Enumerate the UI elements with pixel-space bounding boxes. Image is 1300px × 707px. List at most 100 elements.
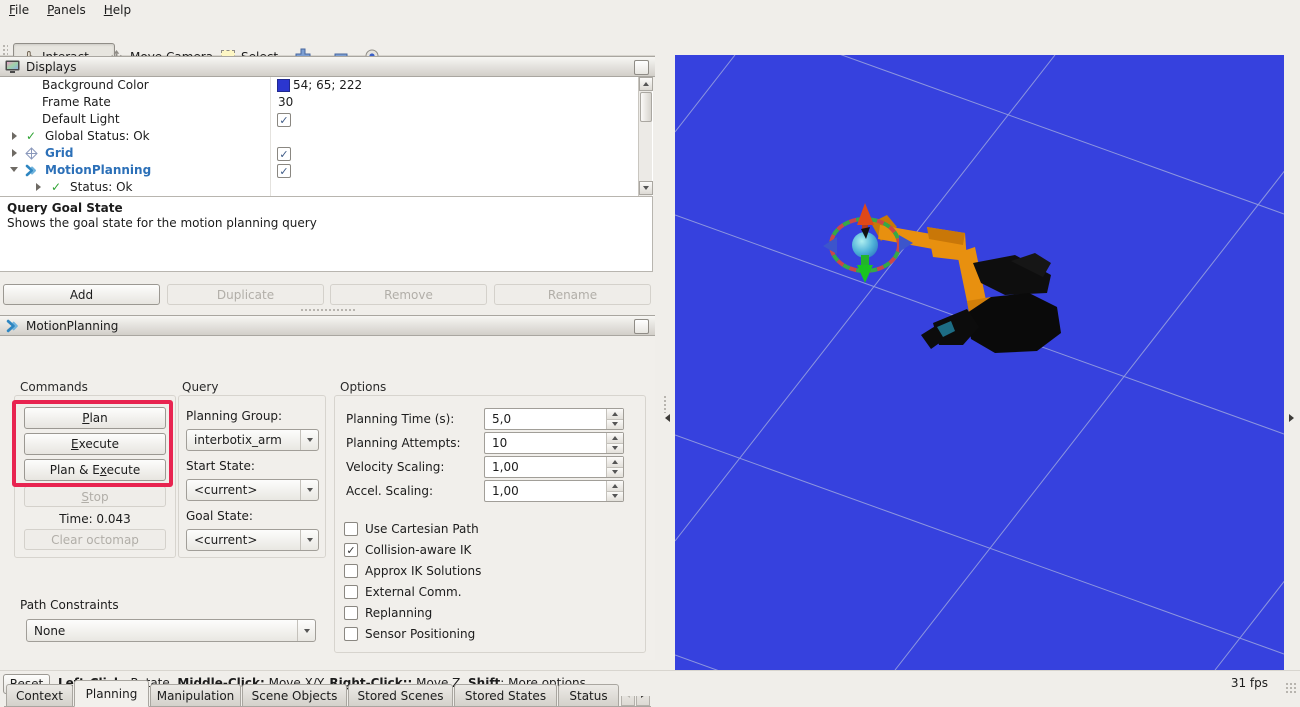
accel-scaling-spinbox[interactable]: 1,00 [484,480,624,502]
description-text: Shows the goal state for the motion plan… [7,216,317,230]
checkbox[interactable] [344,627,358,641]
motionplanning-enabled-checkbox[interactable]: ✓ [277,164,291,178]
displays-monitor-icon [5,60,20,73]
tab-planning[interactable]: Planning [74,680,149,707]
planning-attempts-spinbox[interactable]: 10 [484,432,624,454]
duplicate-display-button: Duplicate [167,284,324,305]
velocity-scaling-spinbox[interactable]: 1,00 [484,456,624,478]
expander-collapsed-icon[interactable] [12,132,17,140]
tree-row-grid[interactable]: Grid ✓ [0,145,637,162]
marker-down-arrow-handle[interactable] [857,265,873,283]
displays-panel-title: Displays [26,60,76,74]
3d-viewport[interactable] [675,55,1284,670]
checkbox[interactable]: ✓ [344,543,358,557]
start-state-combobox[interactable]: <current> [186,479,319,501]
spin-up-button[interactable] [607,481,623,492]
grid-enabled-checkbox[interactable]: ✓ [277,147,291,161]
tree-row-global-status[interactable]: ✓ Global Status: Ok [0,128,637,145]
planning-attempts-label: Planning Attempts: [346,436,461,450]
checkbox[interactable] [344,585,358,599]
displays-panel-header[interactable]: Displays [0,56,655,77]
menu-panels[interactable]: Panels [38,1,95,19]
query-group-label: Query [182,380,218,394]
add-display-button[interactable]: Add [3,284,160,305]
scroll-down-button[interactable] [639,181,653,195]
menu-bar: File Panels Help [0,0,1300,19]
planning-time-spinbox[interactable]: 5,0 [484,408,624,430]
property-row-background-color[interactable]: Background Color 54; 65; 222 [0,77,637,94]
menu-file[interactable]: File [0,1,38,19]
expand-right-arrow-icon[interactable] [1289,414,1294,422]
property-row-frame-rate[interactable]: Frame Rate 30 [0,94,637,111]
combo-dropdown-arrow [300,430,318,450]
motionplanning-float-button[interactable] [634,319,649,334]
use-cartesian-path-option[interactable]: Use Cartesian Path [344,521,479,537]
right-collapsed-panel-strip[interactable] [1284,55,1300,670]
commands-group-label: Commands [20,380,88,394]
collision-aware-ik-option[interactable]: ✓ Collision-aware IK [344,542,471,558]
start-state-label: Start State: [186,459,255,473]
approx-ik-solutions-option[interactable]: Approx IK Solutions [344,563,481,579]
displays-scrollbar[interactable] [638,77,652,196]
checkbox[interactable] [344,564,358,578]
motionplanning-display-icon [25,164,38,177]
options-group-label: Options [340,380,386,394]
fps-counter: 31 fps [1231,676,1268,690]
combo-dropdown-arrow [297,620,315,641]
checkbox[interactable] [344,522,358,536]
scrollbar-thumb[interactable] [640,92,652,122]
expander-collapsed-icon[interactable] [12,149,17,157]
path-constraints-label: Path Constraints [20,598,119,612]
status-ok-check-icon: ✓ [26,130,36,142]
color-swatch [277,79,290,92]
plan-time-value: Time: 0.043 [24,512,166,526]
collapse-left-arrow-icon[interactable] [665,414,670,422]
motionplanning-panel-icon [6,319,20,333]
rename-display-button: Rename [494,284,651,305]
scroll-up-button[interactable] [639,77,653,91]
stop-button: Stop [24,486,166,507]
accel-scaling-label: Accel. Scaling: [346,484,433,498]
default-light-checkbox[interactable]: ✓ [277,113,291,127]
spin-up-button[interactable] [607,457,623,468]
description-title: Query Goal State [7,201,123,215]
planning-group-combobox[interactable]: interbotix_arm [186,429,319,451]
left-splitter[interactable] [655,55,675,670]
spin-down-button[interactable] [607,492,623,502]
sensor-positioning-option[interactable]: Sensor Positioning [344,626,475,642]
goal-state-combobox[interactable]: <current> [186,529,319,551]
displays-float-button[interactable] [634,60,649,75]
motionplanning-panel-title: MotionPlanning [26,319,118,333]
tree-row-mp-status[interactable]: ✓ Status: Ok [0,179,637,196]
window-resize-grip[interactable] [1285,682,1297,694]
path-constraints-combobox[interactable]: None [26,619,316,642]
checkbox[interactable] [344,606,358,620]
velocity-scaling-label: Velocity Scaling: [346,460,444,474]
marker-up-arrow-handle[interactable] [857,203,874,225]
spin-down-button[interactable] [607,420,623,430]
external-comm-option[interactable]: External Comm. [344,584,462,600]
toolbar: Interact Move Camera Select [0,19,1300,56]
motionplanning-panel-header[interactable]: MotionPlanning [0,315,655,336]
spin-down-button[interactable] [607,468,623,478]
grid-display-icon [25,147,38,160]
splitter-grip[interactable] [663,395,667,413]
combo-dropdown-arrow [300,530,318,550]
expander-collapsed-icon[interactable] [36,183,41,191]
replanning-option[interactable]: Replanning [344,605,432,621]
remove-display-button: Remove [330,284,487,305]
spin-up-button[interactable] [607,433,623,444]
panel-splitter-handle[interactable] [300,308,356,312]
tree-row-motionplanning[interactable]: MotionPlanning ✓ [0,162,637,179]
spin-down-button[interactable] [607,444,623,454]
display-description-box: Query Goal State Shows the goal state fo… [0,196,653,272]
status-ok-check-icon: ✓ [51,181,61,193]
displays-tree: Background Color 54; 65; 222 Frame Rate … [0,77,653,197]
menu-help[interactable]: Help [95,1,140,19]
goal-state-label: Goal State: [186,509,253,523]
spin-up-button[interactable] [607,409,623,420]
property-row-default-light[interactable]: Default Light ✓ [0,111,637,128]
ground-grid-lines [675,55,1284,670]
expander-expanded-icon[interactable] [10,167,18,172]
interactive-marker[interactable] [823,203,913,283]
